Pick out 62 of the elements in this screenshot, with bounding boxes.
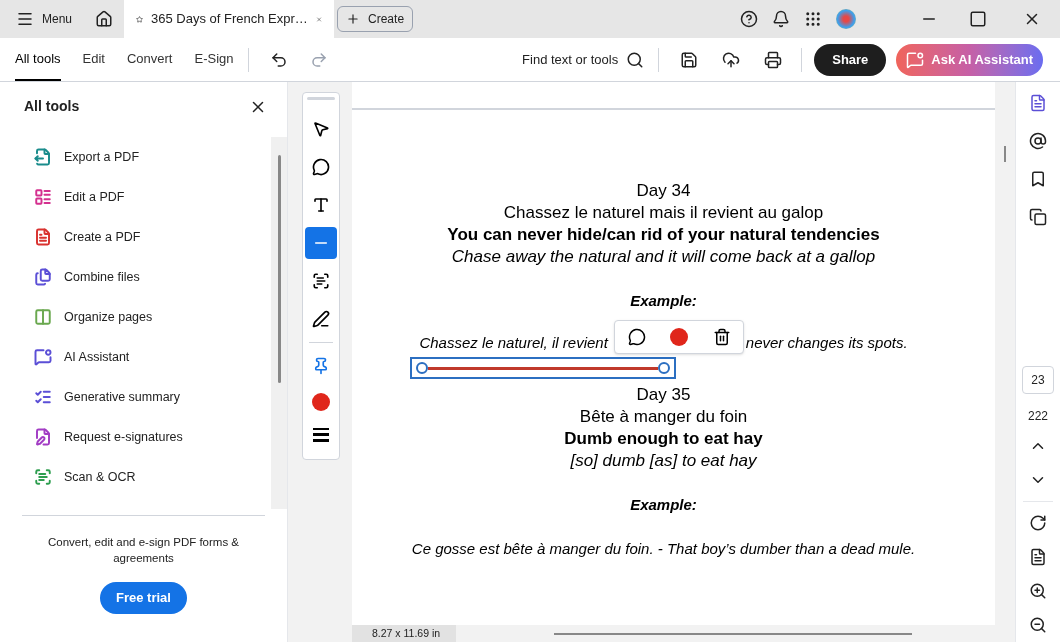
scrollbar-thumb[interactable] <box>1004 146 1006 162</box>
zoom-in-icon[interactable] <box>1029 582 1047 600</box>
toolbar-tab[interactable]: E-Sign <box>194 38 234 81</box>
tool-list-item[interactable]: Request e-signatures <box>34 417 271 457</box>
french-expression: Bête à manger du foin <box>579 406 748 428</box>
create-button[interactable]: Create <box>337 6 414 32</box>
menu-icon[interactable] <box>16 10 34 28</box>
page-size: 8.27 x 11.69 in <box>352 625 456 642</box>
example-sentence: Chassez le naturel, il revient <box>419 333 608 353</box>
scrollbar-thumb[interactable] <box>277 155 281 383</box>
bookmark-icon[interactable] <box>1029 170 1047 188</box>
example-sentence: never changes its spots. <box>745 333 908 353</box>
promo-text: Convert, edit and e-sign PDF forms & agreements <box>46 535 241 566</box>
scrollbar-thumb[interactable] <box>554 632 912 635</box>
day-heading: Day 34 <box>636 180 691 202</box>
tool-list-item[interactable]: Edit a PDF <box>34 177 271 217</box>
tool-list-item[interactable]: Scan & OCR <box>34 457 271 497</box>
avatar-icon[interactable] <box>836 9 856 29</box>
tool-list-item[interactable]: Generative summary <box>34 377 271 417</box>
zoom-out-icon[interactable] <box>1029 616 1047 634</box>
color-swatch[interactable] <box>670 328 689 346</box>
tool-list-item[interactable]: Combine files <box>34 257 271 297</box>
chat-sparkle-icon[interactable] <box>906 50 925 69</box>
pages-icon[interactable] <box>1029 208 1047 226</box>
ai-assistant-button[interactable]: Ask AI Assistant <box>896 43 1043 76</box>
comments-icon[interactable] <box>1029 132 1047 150</box>
line-annotation[interactable] <box>410 357 677 379</box>
page-count: 222 <box>1028 408 1048 425</box>
document-tab[interactable]: 365 Days of French Expr… <box>124 0 335 38</box>
tool-list-item[interactable]: Organize pages <box>34 297 271 337</box>
tool-list-item[interactable]: Export a PDF <box>34 137 271 177</box>
french-expression: Chassez le naturel mais il revient au galop <box>503 202 824 224</box>
example-label: Example: <box>630 291 697 311</box>
menu-button[interactable]: Menu <box>0 0 85 38</box>
apps-icon[interactable] <box>804 10 822 28</box>
panel-title: All tools <box>24 97 80 116</box>
toolbar-tab[interactable]: Edit <box>82 38 105 81</box>
literal-translation: [so] dumb [as] to eat hay <box>570 450 757 472</box>
tool-list-item[interactable]: Create a PDF <box>34 217 271 257</box>
example-label: Example: <box>630 495 697 515</box>
help-icon[interactable] <box>740 10 758 28</box>
day-heading: Day 35 <box>636 384 691 406</box>
tab-title: 365 Days of French Expr… <box>151 10 308 29</box>
english-meaning: Dumb enough to eat hay <box>564 428 763 450</box>
fit-page-icon[interactable] <box>1029 548 1047 566</box>
example-sentence: Ce gosse est bête à manger du foin. - That boy’s dumber than a dead mule. <box>411 539 916 559</box>
delete-icon[interactable] <box>713 328 732 346</box>
search-icon[interactable] <box>626 50 645 69</box>
find-button[interactable]: Find text or tools <box>522 49 645 70</box>
free-trial-button[interactable]: Free trial <box>100 582 187 614</box>
share-button[interactable]: Share <box>814 43 887 76</box>
ai-summary-icon[interactable] <box>1029 94 1047 112</box>
plus-icon[interactable] <box>346 12 361 26</box>
bell-icon[interactable] <box>772 10 790 28</box>
toolbar-tab[interactable]: Convert <box>126 38 173 81</box>
comment-icon[interactable] <box>627 328 646 346</box>
rotate-icon[interactable] <box>1029 514 1047 532</box>
literal-translation: Chase away the natural and it will come back at a gallop <box>451 246 876 268</box>
english-meaning: You can never hide/can rid of your natural tendencies <box>447 224 880 246</box>
tool-list-item[interactable]: AI Assistant <box>34 337 271 377</box>
page-number-field[interactable]: 23 <box>1022 366 1054 394</box>
color-swatch[interactable] <box>312 393 330 411</box>
